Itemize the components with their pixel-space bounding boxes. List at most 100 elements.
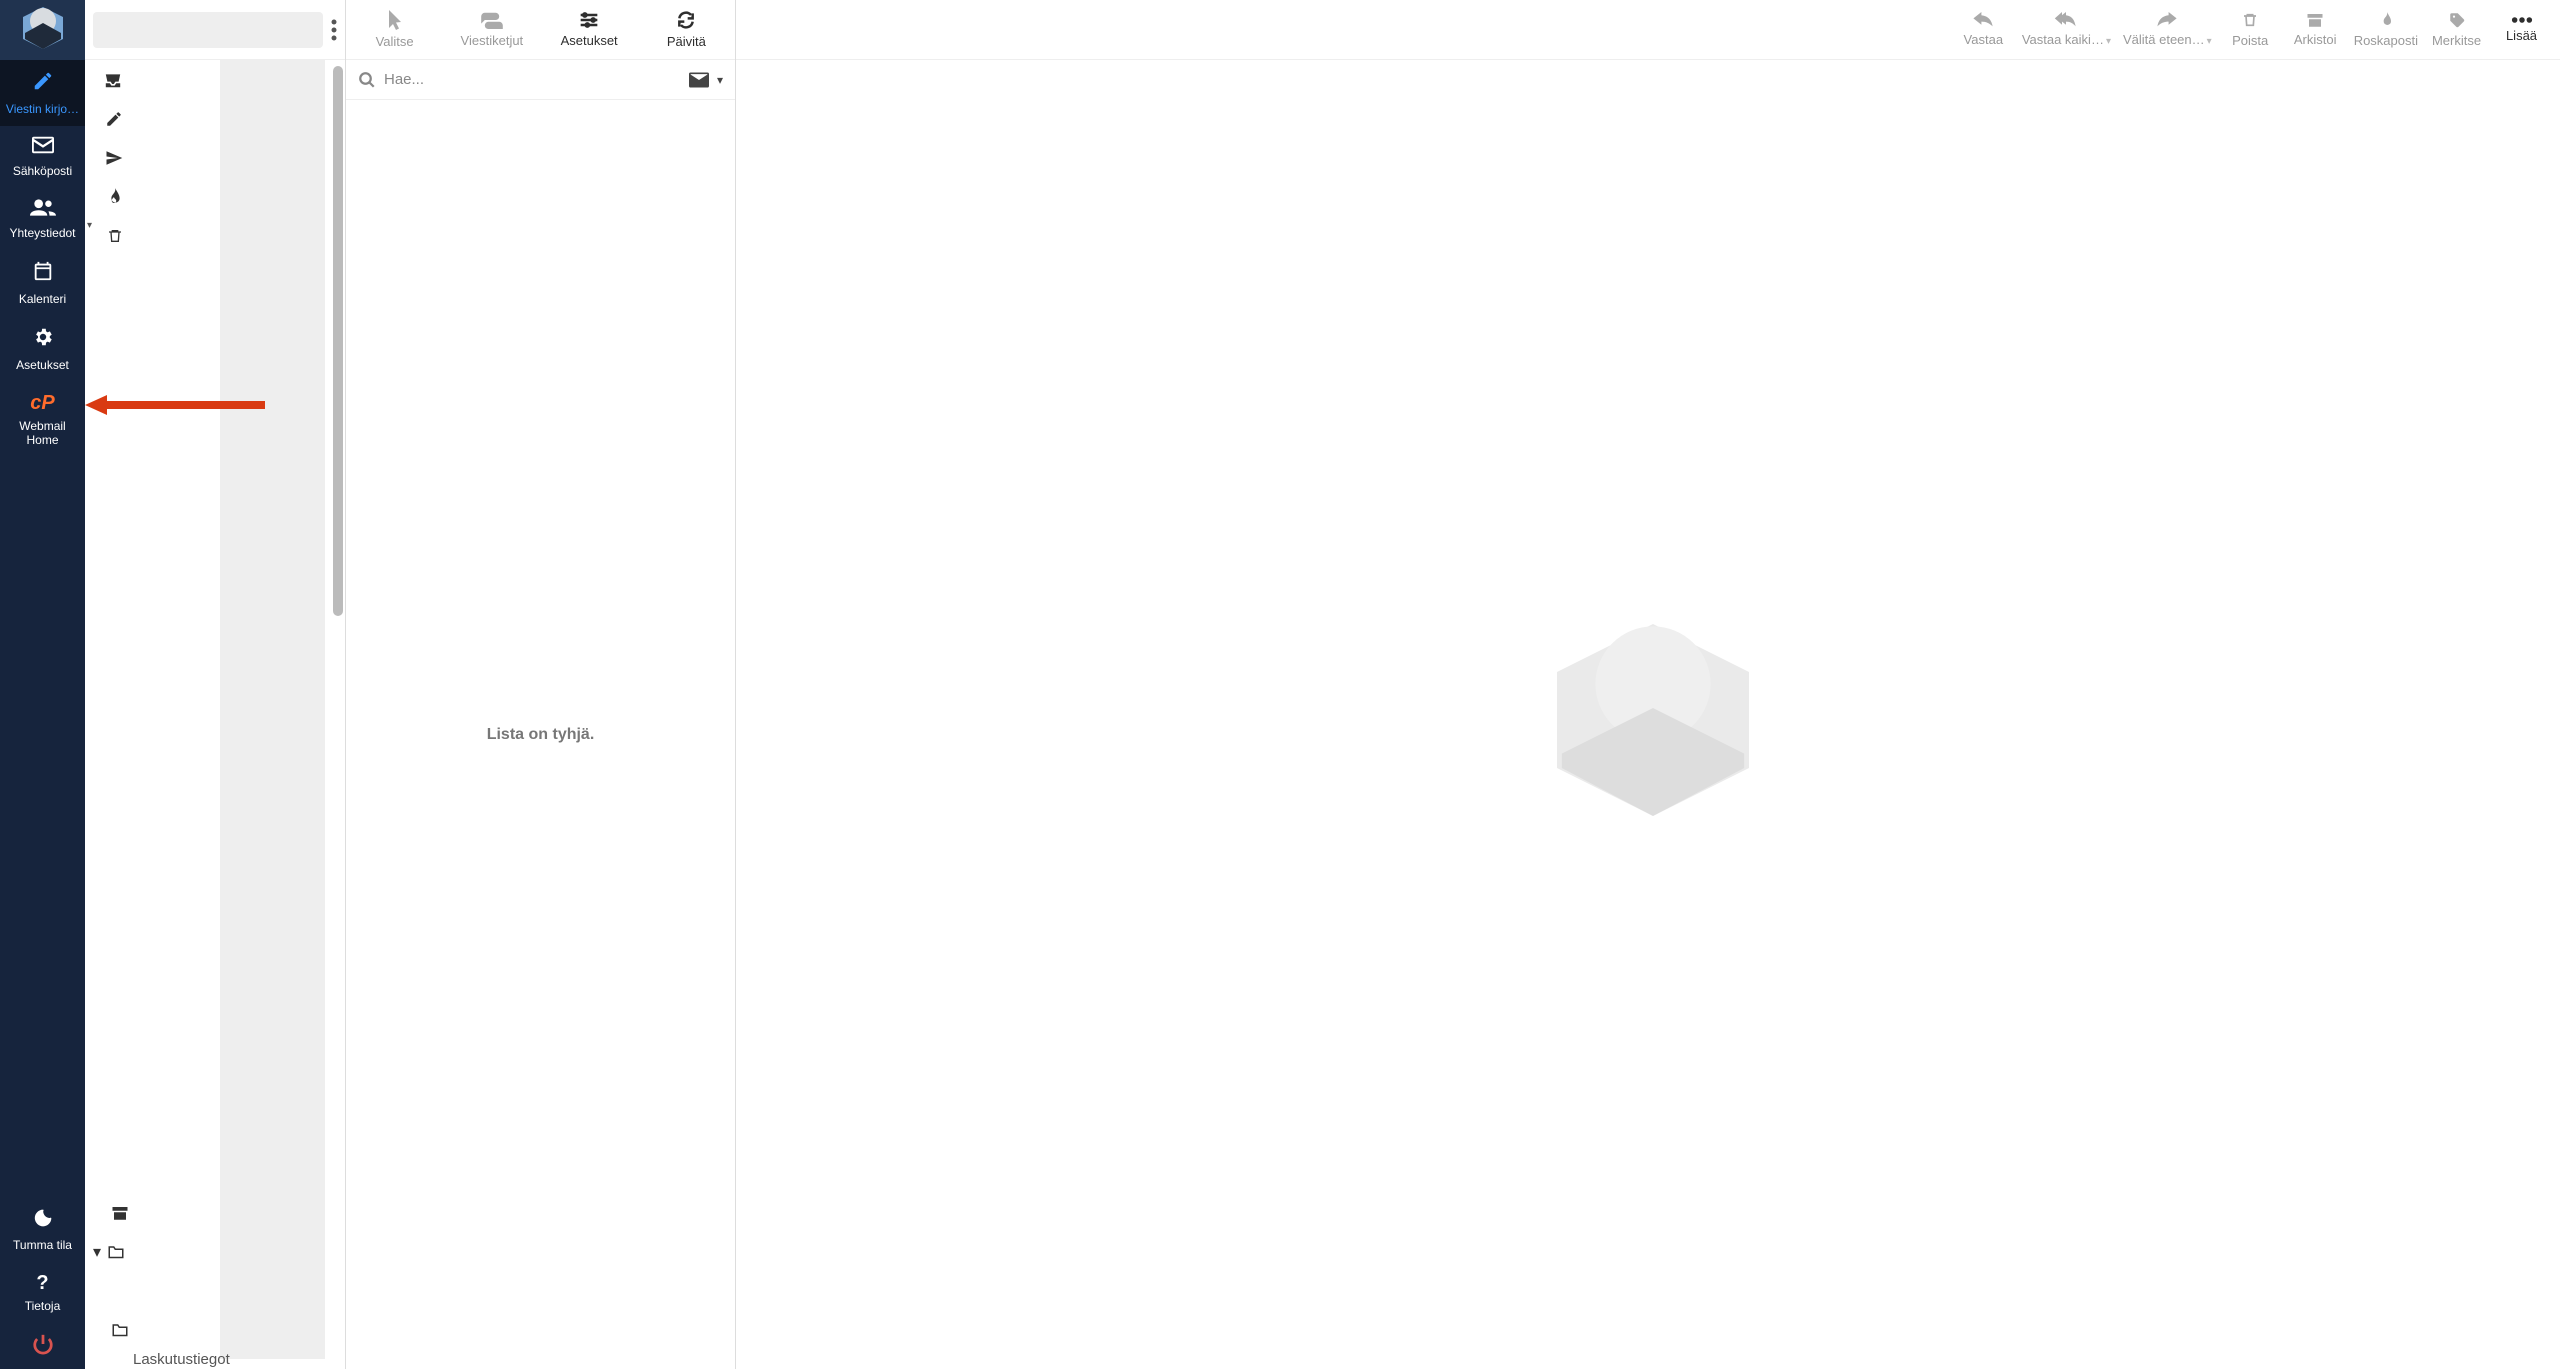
folder-list[interactable]: ▾ ▾ Laskutustiegot bbox=[85, 60, 345, 1369]
folder-drafts[interactable] bbox=[105, 99, 123, 138]
search-icon bbox=[358, 71, 376, 89]
nav-calendar[interactable]: Kalenteri bbox=[0, 250, 85, 316]
fire-icon bbox=[2378, 11, 2394, 29]
folder-search-input[interactable] bbox=[93, 12, 323, 48]
nav-logout[interactable] bbox=[0, 1323, 85, 1369]
nav-settings[interactable]: Asetukset bbox=[0, 316, 85, 382]
folder-generic-2[interactable] bbox=[85, 1310, 325, 1349]
nav-dark-mode[interactable]: Tumma tila bbox=[0, 1198, 85, 1262]
delete-label: Poista bbox=[2232, 33, 2268, 48]
mail-icon bbox=[2, 136, 83, 160]
contacts-icon bbox=[2, 198, 83, 222]
inbox-icon bbox=[103, 72, 123, 88]
more-icon bbox=[2511, 16, 2533, 24]
cursor-icon bbox=[387, 10, 403, 30]
calendar-icon bbox=[2, 260, 83, 288]
mark-button[interactable]: Merkitse bbox=[2424, 0, 2489, 59]
question-icon: ? bbox=[2, 1272, 83, 1295]
moon-icon bbox=[2, 1208, 83, 1234]
nav-compose[interactable]: Viestin kirjo… bbox=[0, 60, 85, 126]
archive-button[interactable]: Arkistoi bbox=[2283, 0, 2348, 59]
nav-contacts[interactable]: Yhteystiedot bbox=[0, 188, 85, 250]
refresh-button[interactable]: Päivitä bbox=[638, 0, 735, 59]
archive-label: Arkistoi bbox=[2294, 32, 2337, 47]
tag-icon bbox=[2448, 11, 2466, 29]
folder-sent[interactable] bbox=[105, 138, 123, 177]
compose-icon bbox=[2, 70, 83, 98]
forward-icon bbox=[2157, 12, 2177, 28]
nav-contacts-label: Yhteystiedot bbox=[2, 226, 83, 240]
reply-all-label: Vastaa kaiki… bbox=[2022, 32, 2104, 47]
message-list-empty: Lista on tyhjä. bbox=[346, 100, 735, 1369]
folder-icon bbox=[111, 1322, 129, 1337]
threads-button[interactable]: Viestiketjut bbox=[443, 0, 540, 59]
gear-icon bbox=[2, 326, 83, 354]
folder-menu-button[interactable] bbox=[331, 18, 337, 42]
nav-compose-label: Viestin kirjo… bbox=[2, 102, 83, 116]
select-button[interactable]: Valitse bbox=[346, 0, 443, 59]
trash-icon bbox=[2242, 11, 2258, 29]
threads-icon bbox=[481, 11, 503, 29]
empty-preview-icon bbox=[1533, 600, 1763, 830]
nav-mail-label: Sähköposti bbox=[2, 164, 83, 178]
chevron-down-icon[interactable]: ▾ bbox=[93, 1242, 101, 1262]
nav-mail[interactable]: Sähköposti bbox=[0, 126, 85, 188]
folder-label: Laskutustiegot bbox=[133, 1351, 230, 1368]
refresh-label: Päivitä bbox=[667, 34, 706, 49]
sliders-icon bbox=[579, 11, 599, 29]
refresh-icon bbox=[676, 10, 696, 30]
power-icon bbox=[2, 1333, 83, 1361]
scrollbar-thumb[interactable] bbox=[333, 66, 343, 616]
nav-settings-label: Asetukset bbox=[2, 358, 83, 372]
list-options-button[interactable]: Asetukset bbox=[541, 0, 638, 59]
list-toolbar: Valitse Viestiketjut Asetukset Päivitä bbox=[346, 0, 735, 60]
message-search-input[interactable]: Hae... bbox=[384, 71, 681, 88]
preview-pane bbox=[736, 60, 2560, 1369]
app-logo bbox=[0, 0, 85, 60]
nav-webmail-home[interactable]: cP Webmail Home bbox=[0, 382, 85, 458]
folder-column: ▾ ▾ Laskutustiegot bbox=[85, 0, 346, 1369]
empty-text: Lista on tyhjä. bbox=[487, 726, 595, 744]
folder-mask bbox=[220, 60, 325, 1359]
primary-nav: Viestin kirjo… Sähköposti Yhteystiedot K… bbox=[0, 0, 85, 1369]
folder-generic-1[interactable]: ▾ bbox=[85, 1232, 325, 1271]
forward-button[interactable]: Välitä eteen…▾ bbox=[2117, 0, 2218, 59]
message-list-column: Valitse Viestiketjut Asetukset Päivitä H… bbox=[346, 0, 736, 1369]
caret-down-icon[interactable]: ▾ bbox=[2106, 36, 2111, 47]
nav-about-label: Tietoja bbox=[2, 1299, 83, 1313]
reply-all-button[interactable]: Vastaa kaiki…▾ bbox=[2016, 0, 2117, 59]
folder-archive[interactable] bbox=[85, 1193, 325, 1232]
caret-down-icon[interactable]: ▾ bbox=[2207, 36, 2212, 47]
folder-inbox[interactable] bbox=[103, 60, 123, 99]
trash-icon bbox=[107, 227, 123, 245]
chevron-down-icon[interactable]: ▾ bbox=[87, 220, 99, 231]
delete-button[interactable]: Poista bbox=[2218, 0, 2283, 59]
junk-button[interactable]: Roskaposti bbox=[2348, 0, 2424, 59]
more-label: Lisää bbox=[2506, 28, 2537, 43]
nav-webmail-home-label: Webmail Home bbox=[2, 419, 83, 448]
folder-icon bbox=[107, 1244, 125, 1259]
reply-button[interactable]: Vastaa bbox=[1951, 0, 2016, 59]
reply-label: Vastaa bbox=[1964, 32, 2004, 47]
mail-filter-icon[interactable] bbox=[689, 72, 709, 88]
list-options-label: Asetukset bbox=[561, 33, 618, 48]
nav-about[interactable]: ? Tietoja bbox=[0, 1262, 85, 1323]
more-button[interactable]: Lisää bbox=[2489, 0, 2554, 59]
folder-spacer bbox=[85, 1271, 325, 1310]
folder-laskutustiegot[interactable]: Laskutustiegot bbox=[85, 1349, 325, 1369]
search-options-toggle[interactable]: ▾ bbox=[717, 73, 723, 87]
folder-trash[interactable]: ▾ bbox=[107, 216, 123, 255]
nav-calendar-label: Kalenteri bbox=[2, 292, 83, 306]
junk-label: Roskaposti bbox=[2354, 33, 2418, 48]
reply-all-icon bbox=[2054, 12, 2078, 28]
select-label: Valitse bbox=[376, 34, 414, 49]
folder-junk[interactable] bbox=[105, 177, 123, 216]
pencil-icon bbox=[105, 110, 123, 128]
fire-icon bbox=[105, 188, 123, 206]
threads-label: Viestiketjut bbox=[461, 33, 524, 48]
archive-icon bbox=[111, 1205, 129, 1221]
reply-icon bbox=[1973, 12, 1993, 28]
mark-label: Merkitse bbox=[2432, 33, 2481, 48]
forward-label: Välitä eteen… bbox=[2123, 32, 2205, 47]
cpanel-icon: cP bbox=[2, 392, 83, 415]
